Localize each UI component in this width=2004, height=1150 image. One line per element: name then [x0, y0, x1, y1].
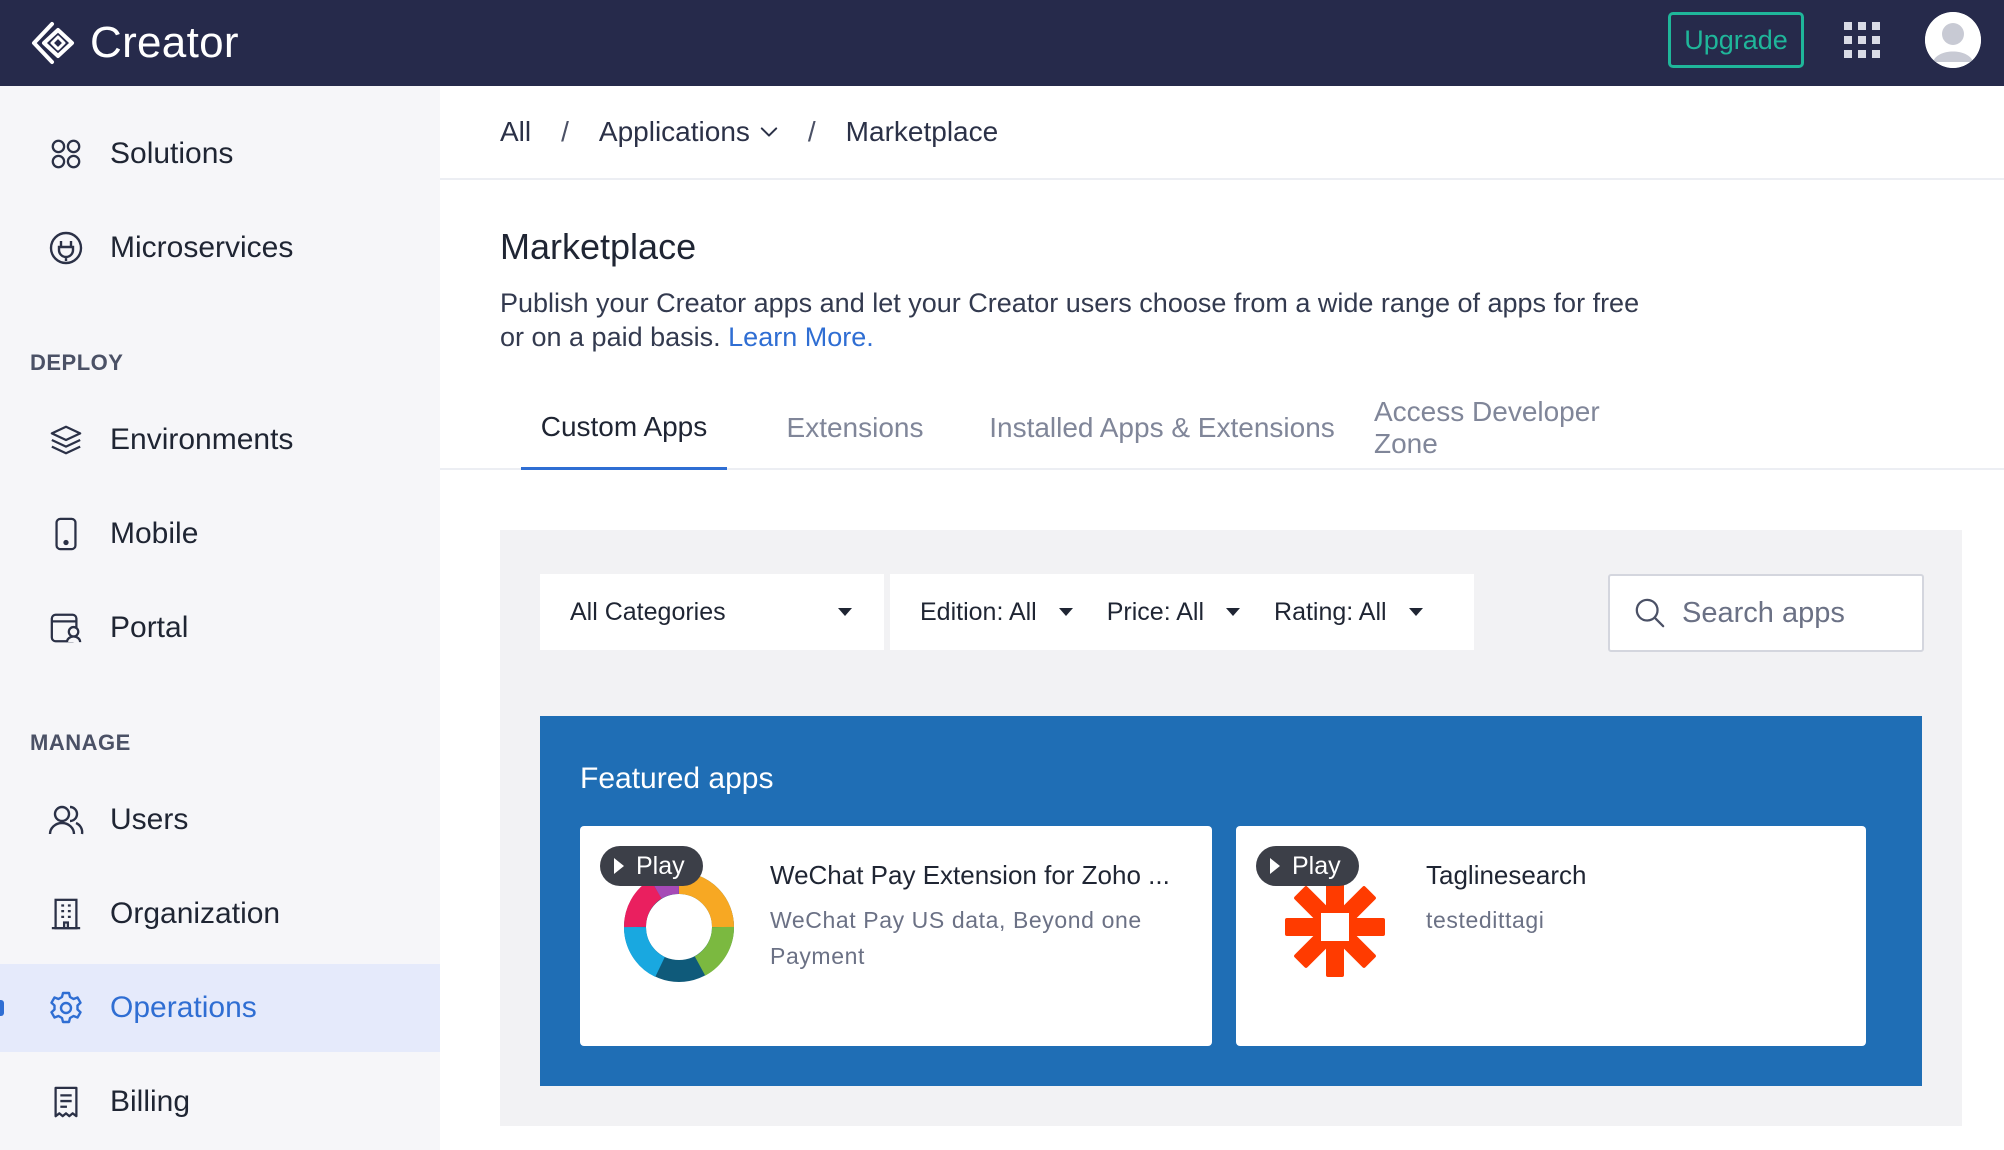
sidebar-item-operations[interactable]: Operations: [0, 964, 440, 1052]
sidebar-item-label: Microservices: [110, 231, 294, 264]
breadcrumb-all[interactable]: All: [500, 116, 531, 148]
featured-apps-section: Featured apps Play WeChat Pay Extension …: [540, 716, 1922, 1086]
filter-group: Edition: All Price: All Rating: All: [890, 574, 1474, 650]
price-filter-label: Price: All: [1106, 597, 1205, 626]
search-input[interactable]: [1682, 596, 1892, 630]
sidebar-item-microservices[interactable]: Microservices: [0, 204, 440, 292]
sidebar-item-portal[interactable]: Portal: [0, 584, 440, 672]
brand[interactable]: Creator: [28, 16, 239, 70]
caret-down-icon: [1226, 608, 1241, 616]
caret-down-icon: [1058, 608, 1073, 616]
active-indicator: [0, 1000, 4, 1016]
mobile-icon: [48, 516, 84, 552]
page-description-text: Publish your Creator apps and let your C…: [500, 288, 1640, 352]
play-triangle-icon: [1270, 858, 1280, 874]
search-box[interactable]: [1608, 574, 1924, 652]
sidebar-item-users[interactable]: Users: [0, 776, 440, 864]
upgrade-button[interactable]: Upgrade: [1668, 12, 1804, 68]
receipt-icon: [48, 1084, 84, 1120]
breadcrumb-separator: /: [807, 116, 816, 147]
sidebar-item-label: Solutions: [110, 137, 234, 170]
breadcrumb-current: Marketplace: [845, 116, 999, 147]
featured-apps-title: Featured apps: [580, 762, 774, 795]
tab-extensions[interactable]: Extensions: [765, 386, 945, 470]
rating-filter-dropdown[interactable]: Rating: All: [1274, 598, 1423, 627]
sidebar-item-organization[interactable]: Organization: [0, 870, 440, 958]
creator-logo-icon: [32, 22, 74, 64]
tab-installed-apps-extensions[interactable]: Installed Apps & Extensions: [986, 386, 1338, 470]
sidebar-item-billing[interactable]: Billing: [0, 1058, 440, 1146]
play-triangle-icon: [614, 858, 624, 874]
sidebar-item-label: Organization: [110, 897, 281, 930]
sidebar-item-label: Billing: [110, 1085, 191, 1118]
category-filter-dropdown[interactable]: All Categories: [540, 574, 884, 650]
search-icon: [1635, 598, 1665, 628]
gear-icon: [48, 990, 84, 1026]
solutions-icon: [48, 136, 84, 172]
microservices-icon: [48, 230, 84, 266]
breadcrumb-applications-label: Applications: [598, 116, 750, 147]
avatar[interactable]: [1925, 12, 1981, 68]
user-silhouette-icon: [1925, 12, 1981, 68]
tab-custom-apps[interactable]: Custom Apps: [521, 386, 727, 470]
sidebar-item-mobile[interactable]: Mobile: [0, 490, 440, 578]
sidebar-item-label: Mobile: [110, 517, 199, 550]
edition-filter-dropdown[interactable]: Edition: All: [920, 598, 1073, 627]
portal-icon: [48, 610, 84, 646]
page-title: Marketplace: [500, 226, 697, 267]
breadcrumb-separator: /: [561, 116, 569, 147]
play-badge: Play: [600, 846, 703, 886]
top-bar: Creator Upgrade: [0, 0, 2004, 86]
app-launcher-grid-icon[interactable]: [1844, 22, 1880, 58]
category-filter-label: All Categories: [570, 597, 726, 626]
breadcrumb-applications-dropdown[interactable]: Applications: [599, 116, 778, 148]
layers-icon: [48, 422, 84, 458]
play-badge-label: Play: [636, 851, 685, 880]
tab-bar: Custom Apps Extensions Installed Apps & …: [440, 386, 2004, 470]
tab-access-developer-zone[interactable]: Access Developer Zone: [1374, 386, 1670, 470]
learn-more-link[interactable]: Learn More.: [728, 322, 874, 352]
app-name: Taglinesearch: [1426, 860, 1587, 890]
sidebar-item-label: Operations: [110, 991, 257, 1024]
rating-filter-label: Rating: All: [1274, 597, 1387, 626]
manage-heading: MANAGE: [30, 730, 131, 755]
caret-down-icon: [838, 608, 852, 616]
filter-bar: All Categories Edition: All Price: All R…: [540, 574, 1474, 650]
play-badge: Play: [1256, 846, 1359, 886]
app-description: WeChat Pay US data, Beyond one Payment: [770, 907, 1142, 969]
deploy-heading: DEPLOY: [30, 350, 124, 375]
price-filter-dropdown[interactable]: Price: All: [1106, 597, 1241, 627]
sidebar: Solutions Microservices DEPLOY Environme…: [0, 86, 440, 1150]
users-icon: [48, 802, 84, 838]
page-description: Publish your Creator apps and let your C…: [500, 286, 1660, 354]
app-description: testedittagi: [1426, 907, 1545, 933]
sidebar-item-solutions[interactable]: Solutions: [0, 110, 440, 198]
play-badge-label: Play: [1292, 851, 1341, 880]
breadcrumb: All / Applications / Marketplace: [440, 86, 2004, 180]
sidebar-item-label: Portal: [110, 611, 189, 644]
featured-app-card[interactable]: Play Taglinesearch testedittagi: [1236, 826, 1866, 1046]
chevron-down-icon: [760, 127, 778, 137]
sidebar-item-label: Environments: [110, 423, 294, 456]
sidebar-item-label: Users: [110, 803, 189, 836]
caret-down-icon: [1408, 608, 1423, 616]
brand-name: Creator: [90, 18, 239, 67]
sidebar-item-environments[interactable]: Environments: [0, 396, 440, 484]
building-icon: [48, 896, 84, 932]
featured-app-card[interactable]: Play WeChat Pay Extension for Zoho ... W…: [580, 826, 1212, 1046]
app-name: WeChat Pay Extension for Zoho ...: [770, 860, 1170, 890]
edition-filter-label: Edition: All: [920, 597, 1037, 626]
